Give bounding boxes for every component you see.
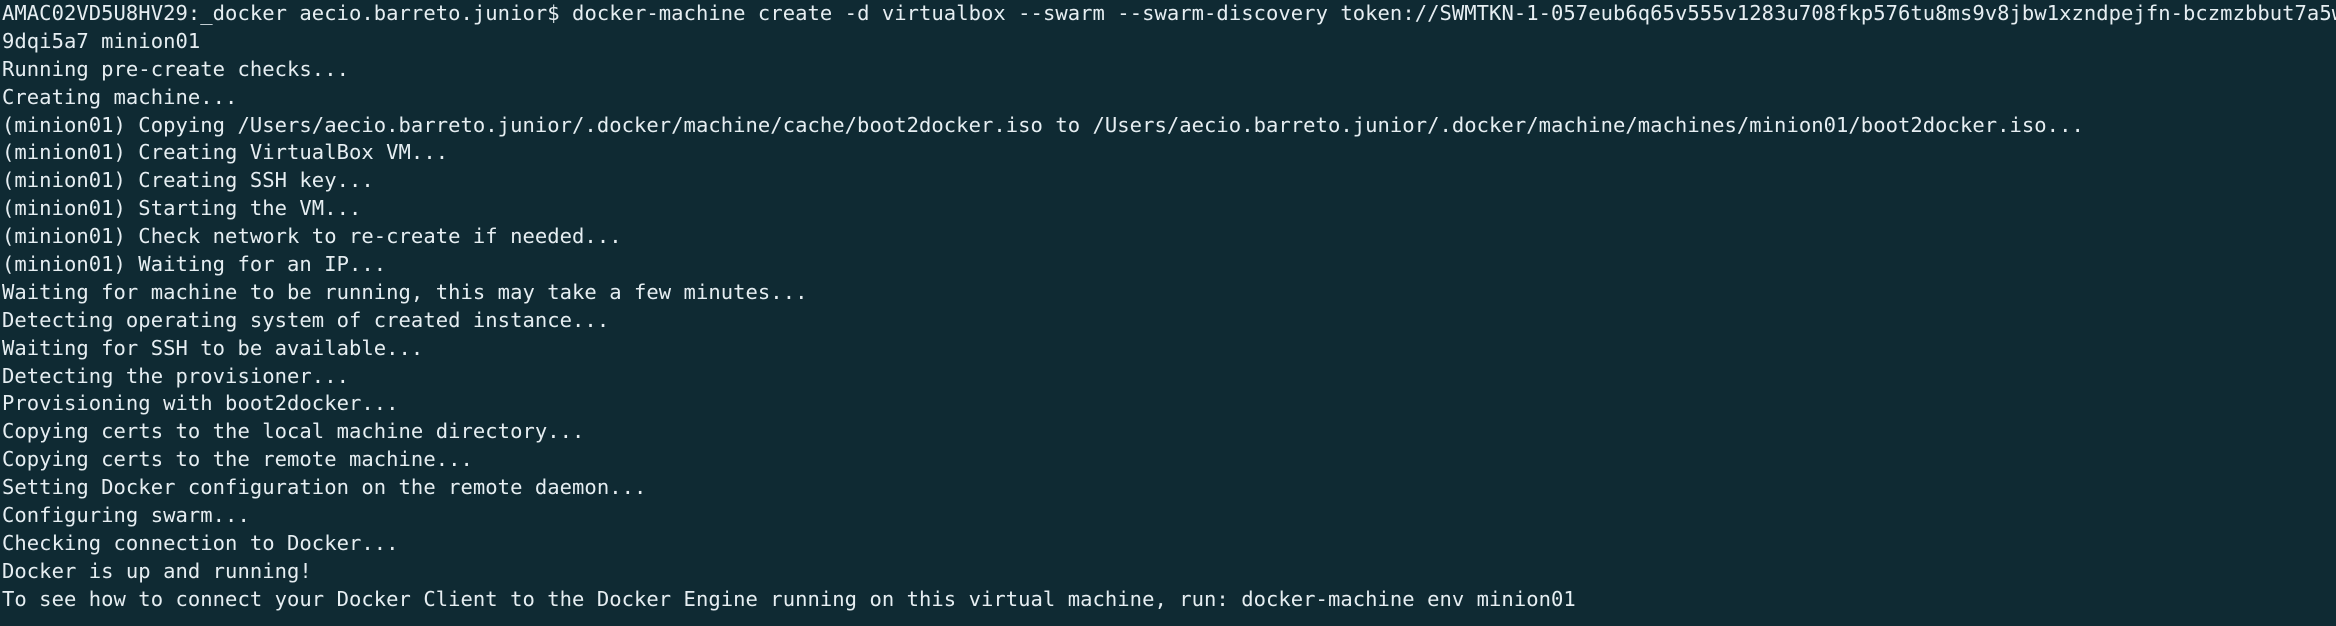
output-line: Configuring swarm... [2, 503, 250, 528]
output-line: Detecting operating system of created in… [2, 307, 610, 332]
output-line: To see how to connect your Docker Client… [2, 586, 1576, 611]
output-line: Running pre-create checks... [2, 56, 349, 81]
output-line: Copying certs to the remote machine... [2, 447, 473, 472]
output-line: (minion01) Creating VirtualBox VM... [2, 140, 449, 165]
output-line: (minion01) Waiting for an IP... [2, 252, 387, 277]
output-line: Checking connection to Docker... [2, 530, 399, 555]
output-line: Waiting for machine to be running, this … [2, 279, 808, 304]
command-line: AMAC02VD5U8HV29:_docker aecio.barreto.ju… [2, 0, 2336, 28]
output-line: Creating machine... [2, 84, 238, 109]
output-line: Copying certs to the local machine direc… [2, 419, 585, 444]
output-line: Provisioning with boot2docker... [2, 391, 399, 416]
output-line: (minion01) Creating SSH key... [2, 168, 374, 193]
output-line: Waiting for SSH to be available... [2, 335, 424, 360]
output-line: (minion01) Copying /Users/aecio.barreto.… [2, 112, 2084, 137]
terminal-window[interactable]: AMAC02VD5U8HV29:_docker aecio.barreto.ju… [0, 0, 2336, 626]
output-line: (minion01) Check network to re-create if… [2, 224, 622, 249]
output-line: Docker is up and running! [2, 558, 312, 583]
output-line: Setting Docker configuration on the remo… [2, 475, 647, 500]
shell-prompt: AMAC02VD5U8HV29:_docker aecio.barreto.ju… [2, 1, 573, 25]
command-line-wrapped: 9dqi5a7 minion01 [2, 28, 201, 53]
output-line: (minion01) Starting the VM... [2, 196, 362, 221]
command-text: docker-machine create -d virtualbox --sw… [572, 1, 2336, 25]
output-line: Detecting the provisioner... [2, 363, 349, 388]
